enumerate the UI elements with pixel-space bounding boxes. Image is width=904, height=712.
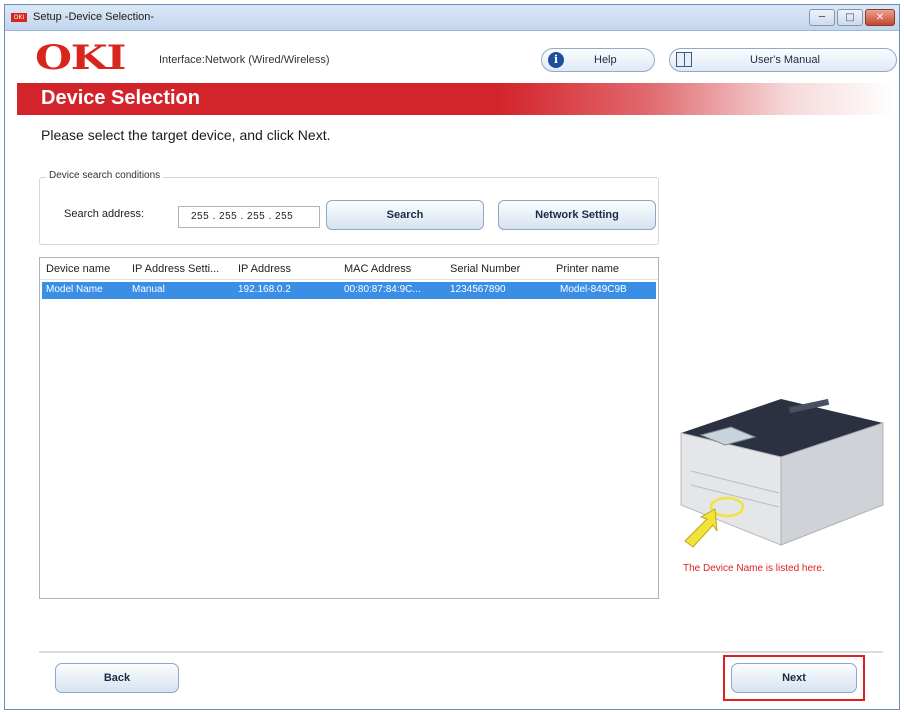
help-button-label: Help [594, 54, 617, 66]
network-setting-button[interactable]: Network Setting [498, 200, 656, 230]
users-manual-label: User's Manual [750, 54, 820, 66]
page-banner: Device Selection [17, 83, 895, 115]
search-address-input[interactable]: 255 . 255 . 255 . 255 [178, 206, 320, 228]
header: OKI Interface:Network (Wired/Wireless) i… [5, 31, 899, 83]
cell-mac-address: 00:80:87:84:9C... [344, 284, 421, 295]
app-icon: OKI [11, 13, 27, 22]
column-header-ip-address[interactable]: IP Address [238, 263, 291, 275]
cell-ip-address: 192.168.0.2 [238, 284, 291, 295]
next-button[interactable]: Next [731, 663, 857, 693]
back-button[interactable]: Back [55, 663, 179, 693]
device-list[interactable]: Device name IP Address Setti... IP Addre… [39, 257, 659, 599]
minimize-button[interactable]: ─ [809, 9, 835, 26]
oki-logo: OKI [35, 38, 126, 78]
window-controls: ─ □ ✕ [809, 9, 895, 26]
search-button[interactable]: Search [326, 200, 484, 230]
table-row[interactable]: Model Name Manual 192.168.0.2 00:80:87:8… [42, 282, 656, 299]
device-list-header: Device name IP Address Setti... IP Addre… [40, 258, 658, 280]
close-button[interactable]: ✕ [865, 9, 895, 26]
users-manual-button[interactable]: User's Manual [669, 48, 897, 72]
instruction-text: Please select the target device, and cli… [41, 127, 331, 143]
cell-printer-name: Model-849C9B [560, 284, 627, 295]
illustration-caption: The Device Name is listed here. [683, 563, 825, 574]
footer-divider [39, 651, 883, 653]
cell-ip-setting: Manual [132, 284, 165, 295]
info-icon: i [548, 52, 564, 68]
book-icon [676, 52, 692, 67]
column-header-device-name[interactable]: Device name [46, 263, 110, 275]
pointer-arrow-icon [684, 508, 718, 548]
title-bar[interactable]: OKI Setup -Device Selection- ─ □ ✕ [5, 5, 899, 31]
column-header-mac-address[interactable]: MAC Address [344, 263, 411, 275]
page-title: Device Selection [41, 87, 200, 109]
column-header-ip-setting[interactable]: IP Address Setti... [132, 263, 219, 275]
search-address-label: Search address: [64, 208, 145, 220]
maximize-button[interactable]: □ [837, 9, 863, 26]
column-header-printer-name[interactable]: Printer name [556, 263, 619, 275]
window-title: Setup -Device Selection- [33, 11, 155, 23]
search-conditions-legend: Device search conditions [46, 170, 164, 181]
interface-label: Interface:Network (Wired/Wireless) [159, 54, 330, 66]
cell-device-name: Model Name [46, 284, 103, 295]
help-button[interactable]: i Help [541, 48, 655, 72]
cell-serial-number: 1234567890 [450, 284, 506, 295]
setup-window: OKI Setup -Device Selection- ─ □ ✕ OKI I… [4, 4, 900, 710]
column-header-serial-number[interactable]: Serial Number [450, 263, 520, 275]
printer-illustration [680, 398, 884, 548]
search-conditions-group: Device search conditions Search address:… [39, 170, 659, 245]
